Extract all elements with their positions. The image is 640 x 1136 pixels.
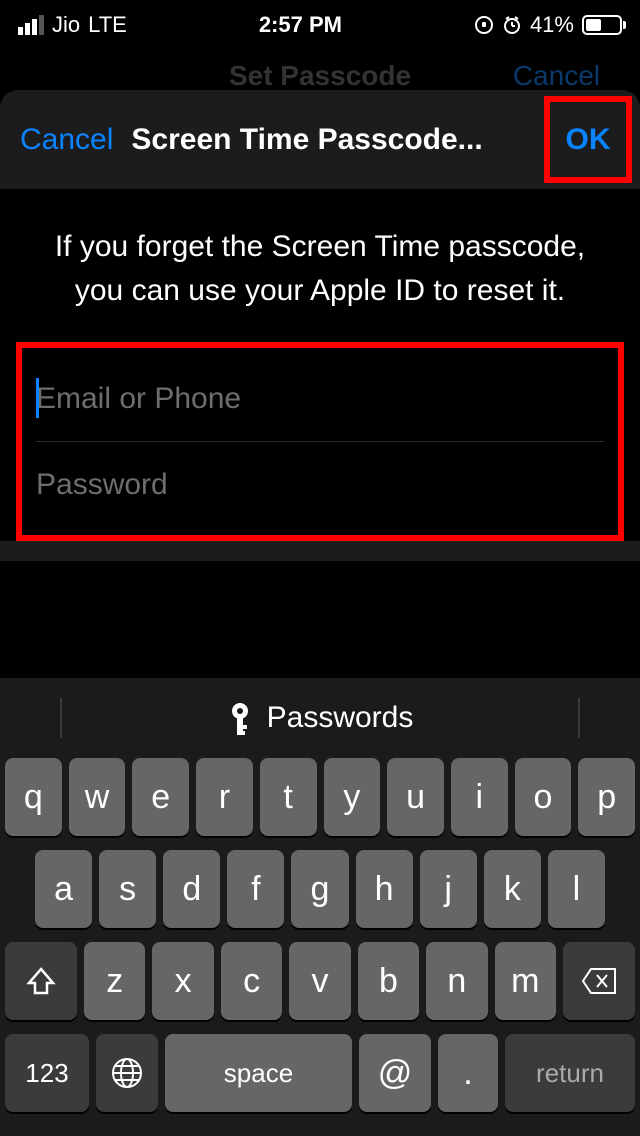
carrier-label: Jio [52,12,80,38]
status-left: Jio LTE [18,12,127,38]
key-p[interactable]: p [578,758,635,836]
keyboard-row-3: z x c v b n m [5,942,635,1020]
key-v[interactable]: v [289,942,350,1020]
globe-key[interactable] [96,1034,158,1112]
password-row [22,442,618,527]
space-key[interactable]: space [165,1034,352,1112]
modal-sheet: Cancel Screen Time Passcode... OK If you… [0,90,640,561]
status-right: 41% [474,12,622,38]
status-bar: Jio LTE 2:57 PM 41% [0,0,640,50]
alarm-icon [502,15,522,35]
keyboard-row-2: a s d f g h j k l [5,850,635,928]
underlay-cancel: Cancel [513,60,600,92]
modal-body: If you forget the Screen Time passcode, … [0,190,640,541]
key-w[interactable]: w [69,758,126,836]
ok-button[interactable]: OK [566,123,611,157]
status-time: 2:57 PM [259,12,342,38]
underlay-header: Set Passcode Cancel [0,60,640,92]
key-q[interactable]: q [5,758,62,836]
key-l[interactable]: l [548,850,605,928]
keyboard-row-1: q w e r t y u i o p [5,758,635,836]
at-key[interactable]: @ [359,1034,431,1112]
inputs-highlight [16,342,624,541]
key-z[interactable]: z [84,942,145,1020]
backspace-icon [581,967,617,995]
battery-icon [582,15,622,35]
cancel-button[interactable]: Cancel [20,123,113,157]
key-d[interactable]: d [163,850,220,928]
key-i[interactable]: i [451,758,508,836]
key-c[interactable]: c [221,942,282,1020]
key-s[interactable]: s [99,850,156,928]
passwords-suggestion[interactable]: Passwords [5,678,635,758]
keyboard-row-4: 123 space @ . return [5,1034,635,1112]
key-g[interactable]: g [291,850,348,928]
password-field[interactable] [36,442,604,527]
key-n[interactable]: n [426,942,487,1020]
key-h[interactable]: h [356,850,413,928]
shift-icon [25,965,57,997]
shift-key[interactable] [5,942,77,1020]
email-row [22,356,618,441]
key-t[interactable]: t [260,758,317,836]
key-a[interactable]: a [35,850,92,928]
modal-header: Cancel Screen Time Passcode... OK [0,90,640,190]
key-y[interactable]: y [324,758,381,836]
key-j[interactable]: j [420,850,477,928]
key-e[interactable]: e [132,758,189,836]
email-field[interactable] [36,356,604,441]
network-label: LTE [88,12,127,38]
key-m[interactable]: m [495,942,556,1020]
globe-icon [110,1056,144,1090]
signal-icon [18,15,44,35]
backspace-key[interactable] [563,942,635,1020]
key-b[interactable]: b [358,942,419,1020]
passwords-label: Passwords [267,701,414,735]
numbers-key[interactable]: 123 [5,1034,89,1112]
key-k[interactable]: k [484,850,541,928]
return-key[interactable]: return [505,1034,635,1112]
underlay-title: Set Passcode [229,60,411,92]
keyboard: Passwords q w e r t y u i o p a s d f g … [0,678,640,1136]
key-icon [227,701,253,735]
key-x[interactable]: x [152,942,213,1020]
rotation-lock-icon [474,15,494,35]
key-o[interactable]: o [515,758,572,836]
ok-button-highlight: OK [544,96,632,183]
key-u[interactable]: u [387,758,444,836]
info-text: If you forget the Screen Time passcode, … [30,225,610,312]
key-f[interactable]: f [227,850,284,928]
battery-percent: 41% [530,12,574,38]
dot-key[interactable]: . [438,1034,498,1112]
key-r[interactable]: r [196,758,253,836]
